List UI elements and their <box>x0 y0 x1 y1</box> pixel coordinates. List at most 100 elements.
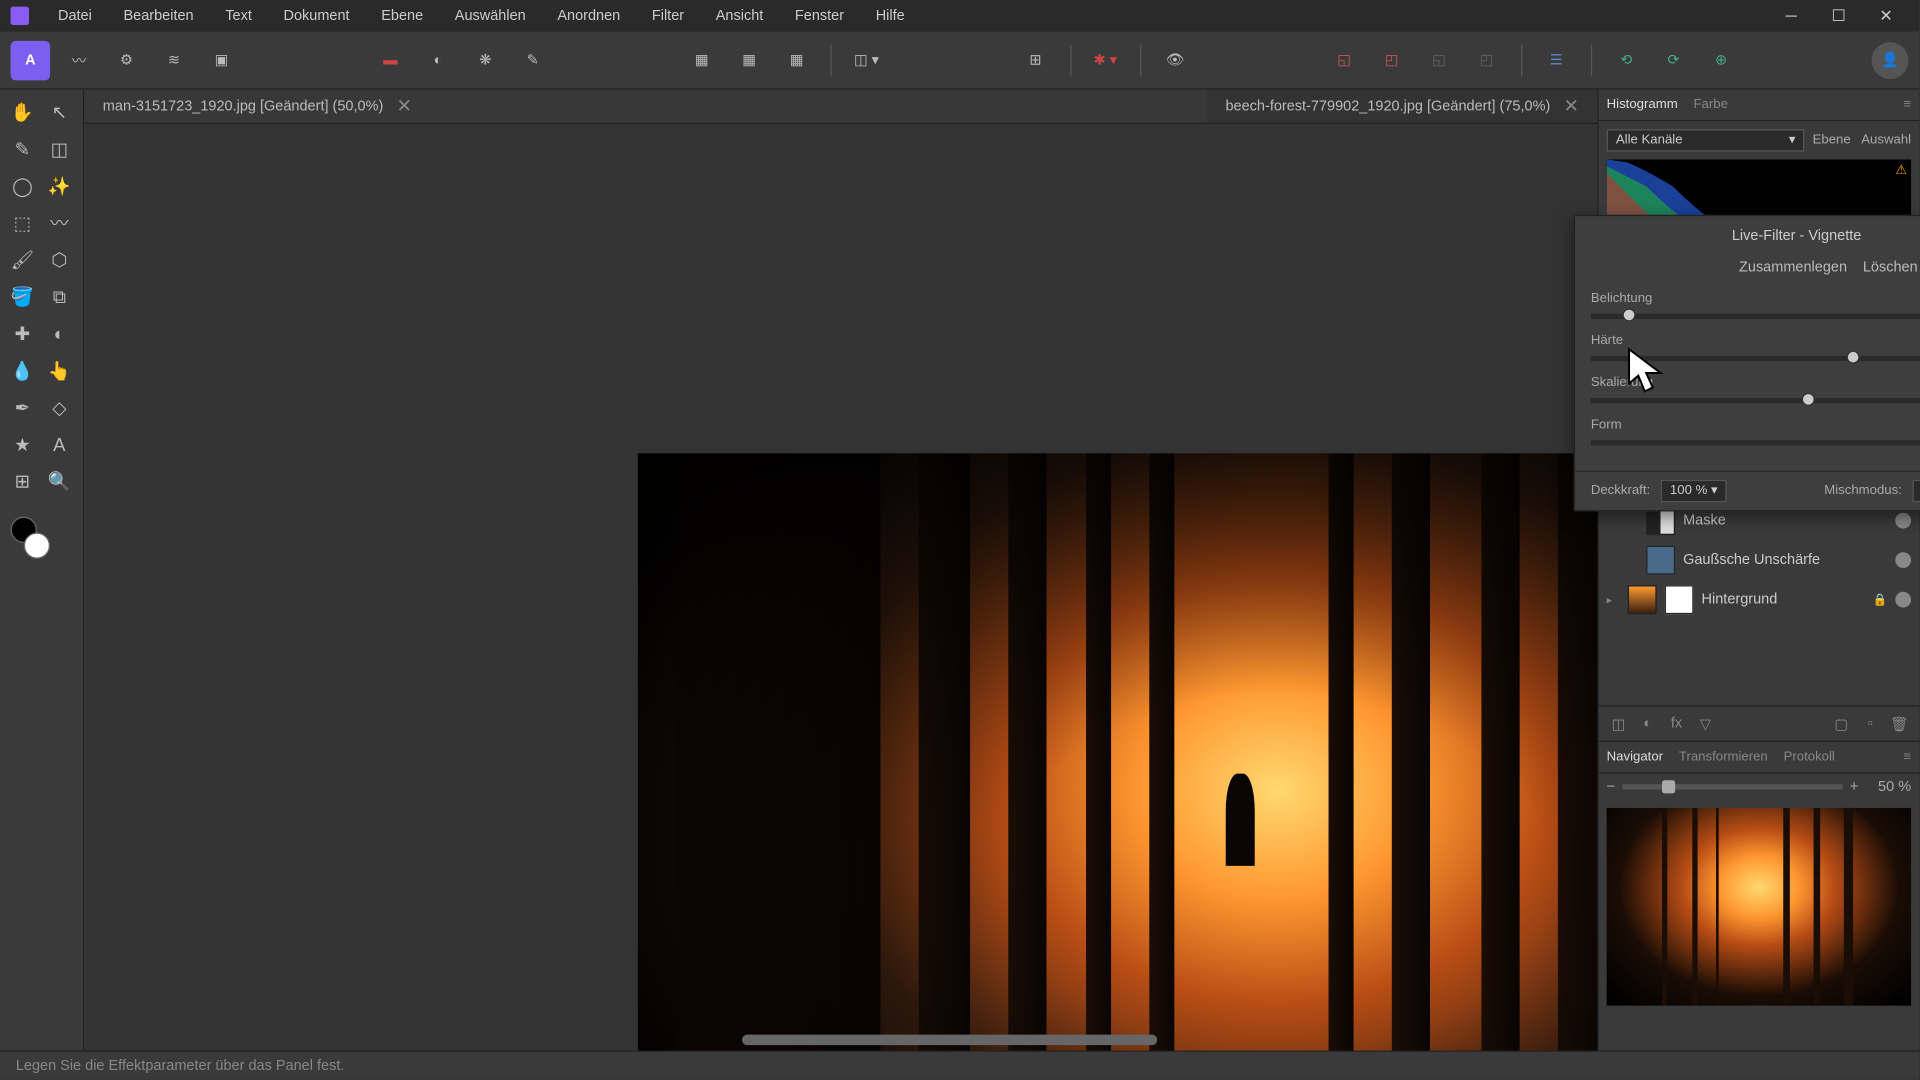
close-button[interactable]: ✕ <box>1864 1 1909 30</box>
assistant-icon[interactable]: ✱ ▾ <box>1087 42 1124 79</box>
menu-bearbeiten[interactable]: Bearbeiten <box>110 4 207 28</box>
merge-button[interactable]: Zusammenlegen <box>1739 260 1847 276</box>
arrange-front-icon[interactable]: ◰ <box>1373 42 1410 79</box>
persona-develop-icon[interactable]: ≋ <box>156 42 193 79</box>
foreground-color-swatch[interactable] <box>24 532 50 558</box>
persona-photo-icon[interactable]: 〰 <box>61 42 98 79</box>
layer-group-icon[interactable]: ▢ <box>1829 712 1853 736</box>
zoom-slider[interactable] <box>1623 784 1842 789</box>
crop-tool-icon[interactable]: ◫ <box>42 132 76 166</box>
horizontal-scrollbar[interactable] <box>190 1032 1571 1048</box>
document-tab[interactable]: beech-forest-779902_1920.jpg [Geändert] … <box>1207 90 1597 123</box>
sync-3-icon[interactable]: ⊕ <box>1703 42 1740 79</box>
sync-2-icon[interactable]: ⟳ <box>1655 42 1692 79</box>
color-swatches[interactable] <box>5 517 50 559</box>
slider-track[interactable] <box>1591 355 1920 360</box>
flood-select-tool-icon[interactable]: ✨ <box>42 169 76 203</box>
expand-icon[interactable]: ▸ <box>1607 594 1620 606</box>
freehand-tool-icon[interactable]: 〰 <box>42 206 76 240</box>
canvas-viewport[interactable] <box>84 124 1597 1051</box>
sync-1-icon[interactable]: ⟲ <box>1608 42 1645 79</box>
layer-row[interactable]: Gaußsche Unschärfe <box>1599 540 1919 580</box>
user-avatar-icon[interactable]: 👤 <box>1872 42 1909 79</box>
snap-icon[interactable]: ⊞ <box>1017 42 1054 79</box>
panel-menu-icon[interactable]: ≡ <box>1903 98 1911 112</box>
zoom-out-button[interactable]: − <box>1607 779 1615 795</box>
menu-anordnen[interactable]: Anordnen <box>544 4 633 28</box>
tab-histogram[interactable]: Histogramm <box>1607 98 1678 112</box>
color-picker-tool-icon[interactable]: ✎ <box>5 132 39 166</box>
persona-liquify-icon[interactable]: ⚙ <box>108 42 145 79</box>
menu-ebene[interactable]: Ebene <box>368 4 436 28</box>
menu-fenster[interactable]: Fenster <box>782 4 858 28</box>
dodge-tool-icon[interactable]: ◐ <box>42 316 76 350</box>
histo-source-layer[interactable]: Ebene <box>1813 133 1851 147</box>
text-tool-icon[interactable]: A <box>42 427 76 461</box>
menu-dokument[interactable]: Dokument <box>270 4 362 28</box>
tab-navigator[interactable]: Navigator <box>1607 750 1663 764</box>
histo-source-selection[interactable]: Auswahl <box>1861 133 1911 147</box>
align-panel-icon[interactable]: ☰ <box>1538 42 1575 79</box>
smudge-tool-icon[interactable]: 👆 <box>42 353 76 387</box>
layer-add-icon[interactable]: ▫ <box>1858 712 1882 736</box>
marquee-tool-icon[interactable]: ⬚ <box>5 206 39 240</box>
menu-ansicht[interactable]: Ansicht <box>703 4 777 28</box>
visibility-toggle-icon[interactable] <box>1895 592 1911 608</box>
eraser-tool-icon[interactable]: ⬡ <box>42 243 76 277</box>
minimize-button[interactable]: ─ <box>1769 1 1814 30</box>
clone-tool-icon[interactable]: ⧉ <box>42 279 76 313</box>
heal-tool-icon[interactable]: ✚ <box>5 316 39 350</box>
navigator-preview[interactable] <box>1607 808 1911 1006</box>
menu-datei[interactable]: Datei <box>45 4 105 28</box>
zoom-tool-icon[interactable]: 🔍 <box>42 464 76 498</box>
fill-tool-icon[interactable]: 🪣 <box>5 279 39 313</box>
menu-auswählen[interactable]: Auswählen <box>442 4 539 28</box>
color-wheel-icon[interactable]: ❋ <box>467 42 504 79</box>
mesh-tool-icon[interactable]: ⊞ <box>5 464 39 498</box>
panel-menu-icon[interactable]: ≡ <box>1903 750 1911 764</box>
selection-brush-tool-icon[interactable]: ◯ <box>5 169 39 203</box>
dialog-blend-select[interactable]: Normal ▾ <box>1912 480 1920 502</box>
channel-select[interactable]: Alle Kanäle▾ <box>1607 129 1805 151</box>
tab-color[interactable]: Farbe <box>1694 98 1728 112</box>
tab-transform[interactable]: Transformieren <box>1679 750 1768 764</box>
layer-row[interactable]: ▸Hintergrund🔒 <box>1599 580 1919 620</box>
move-tool-icon[interactable]: ↖ <box>42 95 76 129</box>
node-tool-icon[interactable]: ◇ <box>42 390 76 424</box>
tab-history[interactable]: Protokoll <box>1784 750 1835 764</box>
shape-tool-icon[interactable]: ★ <box>5 427 39 461</box>
delete-button[interactable]: Löschen <box>1863 260 1918 276</box>
document-tab[interactable]: man-3151723_1920.jpg [Geändert] (50,0%)✕ <box>84 90 1207 123</box>
layer-filter-icon[interactable]: ▽ <box>1694 712 1718 736</box>
zoom-in-button[interactable]: + <box>1850 779 1858 795</box>
align-center-icon[interactable]: ▦ <box>731 42 768 79</box>
live-filter-dialog[interactable]: Live-Filter - Vignette ✕ Zusammenlegen L… <box>1574 215 1920 512</box>
maximize-button[interactable]: ☐ <box>1816 1 1861 30</box>
visibility-toggle-icon[interactable] <box>1895 513 1911 529</box>
close-icon[interactable]: ✕ <box>396 95 411 117</box>
hand-tool-icon[interactable]: ✋ <box>5 95 39 129</box>
slider-track[interactable] <box>1591 313 1920 318</box>
lock-icon[interactable]: 🔒 <box>1873 592 1888 606</box>
dialog-opacity-select[interactable]: 100 % ▾ <box>1661 480 1727 502</box>
close-icon[interactable]: ✕ <box>1563 95 1578 117</box>
layer-fx-icon[interactable]: fx <box>1665 712 1689 736</box>
align-left-icon[interactable]: ▦ <box>683 42 720 79</box>
brush-tool-icon[interactable]: 🖌 <box>5 243 39 277</box>
tool-circle-icon[interactable]: ◐ <box>419 42 456 79</box>
arrange-4-icon[interactable]: ◰ <box>1468 42 1505 79</box>
layer-adjust-icon[interactable]: ◐ <box>1636 712 1660 736</box>
blur-tool-icon[interactable]: 💧 <box>5 353 39 387</box>
pen-tool-icon[interactable]: ✒ <box>5 390 39 424</box>
slider-track[interactable] <box>1591 440 1920 445</box>
visibility-toggle-icon[interactable] <box>1895 552 1911 568</box>
menu-text[interactable]: Text <box>212 4 265 28</box>
layer-mask-icon[interactable]: ◫ <box>1607 712 1631 736</box>
menu-filter[interactable]: Filter <box>639 4 698 28</box>
color-red-icon[interactable]: ▬ <box>372 42 409 79</box>
tool-pick-icon[interactable]: ✎ <box>514 42 551 79</box>
menu-hilfe[interactable]: Hilfe <box>863 4 918 28</box>
align-right-icon[interactable]: ▦ <box>778 42 815 79</box>
preview-icon[interactable]: 👁 <box>1157 42 1194 79</box>
arrange-back-icon[interactable]: ◱ <box>1326 42 1363 79</box>
